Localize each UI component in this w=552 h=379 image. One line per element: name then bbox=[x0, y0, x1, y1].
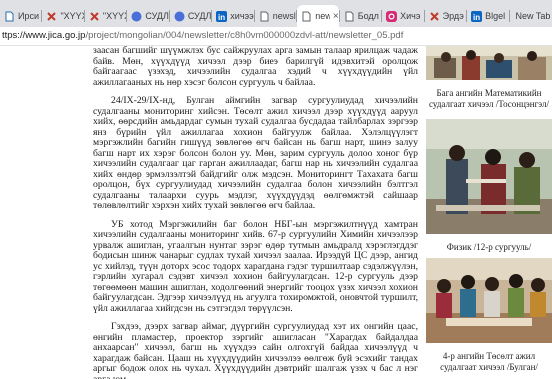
url-prefix: ttps:// bbox=[2, 30, 26, 41]
globe-icon bbox=[174, 11, 185, 22]
photo-caption: 4-р ангийн Төсөлт ажил судалгаат хичээл … bbox=[440, 351, 538, 372]
tab-label: "XYYX bbox=[102, 11, 126, 21]
instagram-icon bbox=[386, 10, 398, 22]
tab-label: СУДЛ bbox=[145, 11, 169, 21]
url-host: www.jica.go.jp bbox=[25, 30, 86, 41]
browser-tab[interactable]: Бодл bbox=[340, 5, 381, 27]
globe-icon bbox=[131, 11, 142, 22]
article-paragraph: Гэхдээ, дээрх загвар аймаг, дүүргийн сур… bbox=[93, 321, 418, 379]
linkedin-icon: in bbox=[471, 10, 483, 22]
linkedin-icon: in bbox=[216, 10, 228, 22]
tab-separator bbox=[508, 10, 510, 22]
browser-tab[interactable]: Эрдэ bbox=[425, 5, 466, 27]
tab-label: Хичэ bbox=[400, 11, 421, 21]
browser-tab[interactable]: СУДЛ bbox=[127, 5, 169, 27]
svg-text:in: in bbox=[218, 13, 225, 22]
tab-separator bbox=[338, 10, 340, 22]
document-icon bbox=[259, 11, 270, 22]
tab-label: хичээ bbox=[230, 11, 254, 21]
article-paragraph: УБ хотод Мэргэжилийн баг болон НБГ-ын мэ… bbox=[93, 218, 418, 314]
tab-label: "XYYX bbox=[60, 11, 83, 21]
tab-label: Blgel bbox=[485, 11, 506, 21]
browser-tab[interactable]: Хичэ bbox=[382, 5, 423, 27]
tab-label: New Tab bbox=[515, 11, 551, 21]
browser-tab[interactable]: Ирси bbox=[0, 5, 41, 27]
tab-label: Эрдэ bbox=[442, 11, 464, 21]
tab-separator bbox=[211, 10, 213, 22]
tab-separator bbox=[126, 10, 128, 22]
tab-label: Ирси bbox=[18, 11, 40, 21]
tab-separator bbox=[423, 10, 425, 22]
pdf-page: заасан багшийг шүүмжлэх бус сайжруулах а… bbox=[0, 46, 552, 379]
tab-separator bbox=[41, 10, 43, 22]
browser-tab[interactable]: СУДЛ bbox=[170, 5, 211, 27]
tab-separator bbox=[83, 10, 85, 22]
article-paragraph: 24/IX-29/IX-нд, Булган аймгийн загвар су… bbox=[93, 95, 418, 211]
photo-caption: Бага ангийн Математикийн судалгаат хичээ… bbox=[429, 88, 549, 109]
cross-icon bbox=[46, 11, 57, 22]
tab-separator bbox=[253, 10, 255, 22]
tab-separator bbox=[168, 10, 170, 22]
browser-tab[interactable]: newsl bbox=[255, 5, 296, 27]
address-bar[interactable]: ttps://www.jica.go.jp/project/mongolian/… bbox=[0, 27, 552, 46]
tab-separator bbox=[381, 10, 383, 22]
browser-tab[interactable]: New Tab bbox=[510, 5, 552, 27]
classroom-photo-physics bbox=[426, 119, 552, 234]
article-body: заасан багшийг шүүмжлэх бус сайжруулах а… bbox=[93, 46, 418, 379]
tab-separator bbox=[296, 10, 298, 22]
article-paragraph: заасан багшийг шүүмжлэх бус сайжруулах а… bbox=[93, 46, 418, 88]
document-icon bbox=[344, 11, 355, 22]
url-text[interactable]: ttps://www.jica.go.jp/project/mongolian/… bbox=[2, 30, 403, 41]
classroom-photo-math bbox=[426, 46, 552, 80]
browser-tab[interactable]: "XYYX bbox=[42, 5, 84, 27]
browser-tab[interactable]: newsl× bbox=[297, 5, 339, 27]
classroom-photo-project bbox=[426, 258, 552, 343]
tab-label: newsl bbox=[272, 11, 296, 21]
document-icon bbox=[4, 11, 15, 22]
cross-icon bbox=[429, 11, 440, 22]
tab-label: Бодл bbox=[357, 11, 379, 21]
browser-tab[interactable]: "XYYX bbox=[85, 5, 126, 27]
svg-text:in: in bbox=[473, 13, 480, 22]
browser-tab[interactable]: in хичээ bbox=[212, 5, 254, 27]
tab-separator bbox=[466, 10, 468, 22]
cross-icon bbox=[89, 11, 100, 22]
photo-caption: Физик /12-р сургууль/ bbox=[446, 242, 532, 252]
tab-label: newsl bbox=[315, 11, 330, 21]
url-path: /project/mongolian/004/newsletter/c8h0vm… bbox=[85, 30, 404, 41]
browser-tab[interactable]: in Blgel bbox=[467, 5, 508, 27]
tab-label: СУДЛ bbox=[187, 11, 212, 21]
tab-strip: Ирси"XYYX"XYYXСУДЛСУДЛinхичээnewslnewsl×… bbox=[0, 0, 552, 27]
document-icon bbox=[301, 11, 312, 22]
